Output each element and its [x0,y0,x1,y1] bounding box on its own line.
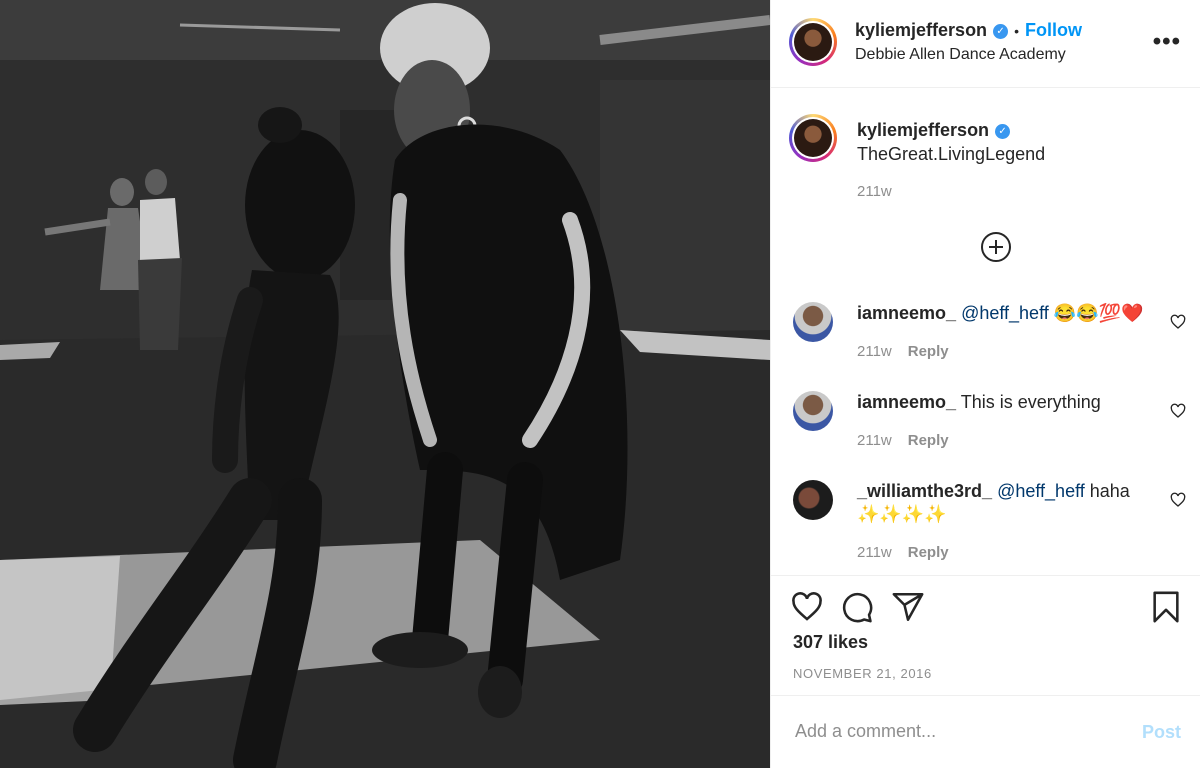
reply-button[interactable]: Reply [908,432,949,449]
comment-meta: 211w Reply [857,432,949,449]
comment-time[interactable]: 211w [857,343,892,360]
comment-like-heart-icon[interactable] [1170,492,1186,508]
caption-username[interactable]: kyliemjefferson [857,120,989,140]
post-photo[interactable] [0,0,770,768]
comment-meta: 211w Reply [857,343,949,360]
caption-text: TheGreat.LivingLegend [857,144,1046,164]
commenter-avatar[interactable] [793,480,833,520]
heart-icon[interactable] [790,590,824,624]
commenter-avatar[interactable] [793,302,833,342]
reply-button[interactable]: Reply [908,544,949,561]
more-options-icon[interactable]: ••• [1153,28,1181,56]
comment-like-heart-icon[interactable] [1170,403,1186,419]
location-link[interactable]: Debbie Allen Dance Academy [855,46,1066,64]
caption-time[interactable]: 211w [857,183,892,200]
comment-username[interactable]: iamneemo_ [857,303,956,323]
dance-studio-photo [0,0,770,768]
comment-body: 😂😂💯❤️ [1048,303,1144,323]
post-comment-button[interactable]: Post [1142,722,1181,743]
comment-like-heart-icon[interactable] [1170,314,1186,330]
author-avatar[interactable] [789,18,837,66]
post-date[interactable]: NOVEMBER 21, 2016 [793,666,932,681]
caption-author-line: kyliemjefferson ✓ [857,120,1011,141]
comment-text: iamneemo_ @heff_heff 😂😂💯❤️ [857,302,1157,325]
comment-time[interactable]: 211w [857,544,892,561]
comment-text: _williamthe3rd_ @heff_heff haha ✨✨✨✨ [857,480,1157,526]
comment-mention[interactable]: @heff_heff [997,481,1085,501]
caption-avatar[interactable] [789,114,837,162]
likes-count[interactable]: 307 likes [793,632,868,653]
bookmark-icon[interactable] [1149,590,1183,624]
post-actions: 307 likes NOVEMBER 21, 2016 [771,575,1200,695]
verified-badge-icon: ✓ [993,24,1009,40]
instagram-post: kyliemjefferson ✓ • Follow Debbie Allen Dan… [0,0,1200,768]
share-icon[interactable] [891,590,925,624]
comment-mention[interactable]: @heff_heff [961,303,1049,323]
add-comment-bar: Post [771,695,1200,768]
verified-badge-icon: ✓ [995,124,1011,140]
post-header: kyliemjefferson ✓ • Follow Debbie Allen Dan… [771,0,1200,88]
author-username[interactable]: kyliemjefferson [855,20,987,40]
comment-username[interactable]: _williamthe3rd_ [857,481,992,501]
comment-username[interactable]: iamneemo_ [857,392,956,412]
add-comment-input[interactable] [793,720,1117,743]
reply-button[interactable]: Reply [908,343,949,360]
post-side-panel: kyliemjefferson ✓ • Follow Debbie Allen Dan… [770,0,1200,768]
commenter-avatar[interactable] [793,391,833,431]
author-line: kyliemjefferson ✓ • Follow [855,20,1082,41]
comment-time[interactable]: 211w [857,432,892,449]
separator-dot: • [1014,23,1019,39]
comment-body: This is everything [960,392,1101,412]
follow-button[interactable]: Follow [1025,20,1082,40]
comment-text: iamneemo_ This is everything [857,391,1157,414]
load-more-comments-icon[interactable] [981,232,1011,262]
comment-icon[interactable] [840,590,874,624]
comment-meta: 211w Reply [857,544,949,561]
